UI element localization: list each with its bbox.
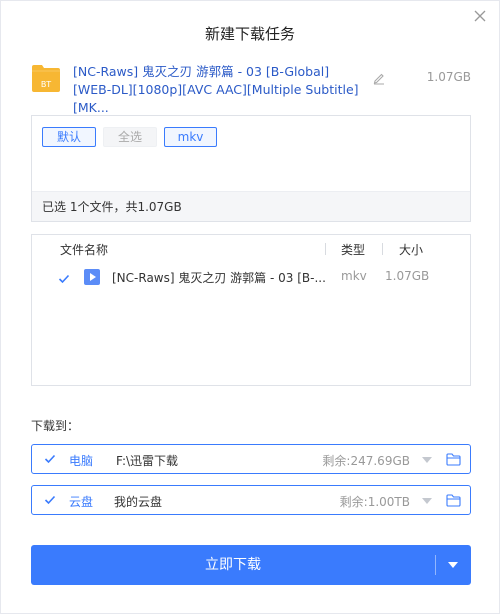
torrent-name: [NC-Raws] 鬼灭之刃 游郭篇 - 03 [B-Global][WEB-D…	[73, 64, 359, 115]
file-list: 文件名称 类型 大小 [NC-Raws] 鬼灭之刃 游郭篇 - 03 [B-..…	[31, 234, 471, 386]
folder-icon[interactable]	[446, 453, 461, 466]
chevron-down-icon[interactable]	[436, 545, 471, 585]
close-icon[interactable]	[473, 9, 487, 23]
destination-path[interactable]: F:\迅雷下载	[116, 452, 178, 469]
bt-icon-label: BT	[41, 80, 51, 89]
download-now-label[interactable]: 立即下载	[31, 545, 435, 585]
filter-default-chip[interactable]: 默认	[42, 127, 96, 147]
checkmark-icon[interactable]	[58, 273, 70, 285]
file-name: [NC-Raws] 鬼灭之刃 游郭篇 - 03 [B-...	[112, 271, 326, 285]
filter-mkv-chip[interactable]: mkv	[164, 127, 217, 147]
destination-type: 云盘	[69, 495, 94, 509]
folder-icon[interactable]	[446, 494, 461, 507]
selection-summary: 已选 1个文件，共1.07GB	[32, 191, 470, 221]
column-header-type[interactable]: 类型	[341, 241, 365, 258]
file-size: 1.07GB	[385, 269, 430, 283]
destination-path[interactable]: 我的云盘	[114, 493, 162, 510]
destination-type: 电脑	[69, 454, 94, 468]
column-divider	[325, 243, 326, 255]
file-row[interactable]: [NC-Raws] 鬼灭之刃 游郭篇 - 03 [B-... mkv 1.07G…	[32, 265, 470, 289]
column-divider	[382, 243, 383, 255]
download-to-label: 下载到：	[31, 419, 80, 433]
download-now-button[interactable]: 立即下载	[31, 545, 471, 585]
column-header-name[interactable]: 文件名称	[60, 241, 108, 258]
chevron-down-icon[interactable]	[422, 457, 432, 463]
dialog-title: 新建下载任务	[204, 25, 295, 43]
free-space: 剩余:1.00TB	[339, 495, 410, 509]
file-filter-box: 默认 全选 mkv 已选 1个文件，共1.07GB	[31, 115, 471, 222]
column-header-size[interactable]: 大小	[399, 241, 423, 258]
bt-file-icon: BT	[32, 65, 60, 92]
torrent-header: BT [NC-Raws] 鬼灭之刃 游郭篇 - 03 [B-Global][WE…	[31, 63, 471, 115]
destination-cloud[interactable]: 云盘 我的云盘 剩余:1.00TB	[31, 485, 471, 515]
free-space: 剩余:247.69GB	[322, 454, 410, 468]
checkmark-icon[interactable]	[44, 494, 56, 506]
new-download-dialog: 新建下载任务 BT [NC-Raws] 鬼灭之刃 游郭篇 - 03 [B-Glo…	[0, 0, 500, 614]
file-type: mkv	[341, 269, 367, 283]
torrent-size: 1.07GB	[426, 70, 471, 84]
video-file-icon	[84, 269, 100, 285]
destination-pc[interactable]: 电脑 F:\迅雷下载 剩余:247.69GB	[31, 444, 471, 474]
edit-icon[interactable]	[372, 71, 386, 85]
chevron-down-icon[interactable]	[422, 498, 432, 504]
filter-select-all-chip[interactable]: 全选	[103, 127, 157, 147]
checkmark-icon[interactable]	[44, 453, 56, 465]
